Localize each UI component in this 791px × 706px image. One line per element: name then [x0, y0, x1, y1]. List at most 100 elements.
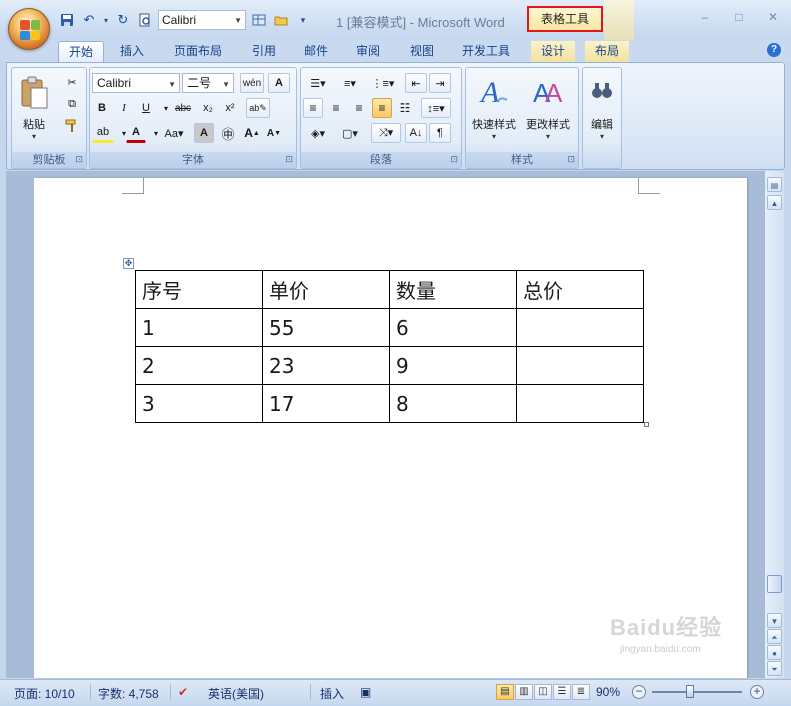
editing-button[interactable]: 编辑 ▾ [583, 72, 621, 148]
change-styles-button[interactable]: AA 更改样式 ▾ [522, 72, 574, 148]
distributed-icon[interactable]: ☷ [395, 98, 415, 118]
previous-page-icon[interactable]: ⏶ [767, 629, 782, 644]
tab-page-layout[interactable]: 页面布局 [166, 41, 230, 62]
scroll-down-icon[interactable]: ▼ [767, 613, 782, 628]
shading-icon[interactable]: ◈▾ [303, 123, 333, 143]
page-indicator[interactable]: 页面: 10/10 [14, 685, 75, 702]
chinese-layout-icon[interactable]: ⤨▾ [371, 123, 401, 143]
table-resize-handle[interactable] [644, 422, 649, 427]
table-cell[interactable]: 序号 [135, 270, 263, 309]
quick-styles-button[interactable]: A 快速样式 ▾ [468, 72, 520, 148]
language-indicator[interactable]: 英语(美国) [208, 685, 264, 702]
multilevel-list-icon[interactable]: ⋮≡▾ [367, 73, 399, 93]
copy-icon[interactable]: ⧉ [62, 94, 82, 114]
superscript-icon[interactable]: x² [220, 98, 240, 118]
draft-view-icon[interactable]: ≣ [572, 684, 590, 700]
phonetic-guide-icon[interactable]: wén [240, 73, 264, 93]
tab-table-design[interactable]: 设计 [531, 41, 575, 62]
tab-references[interactable]: 引用 [242, 41, 286, 62]
web-layout-icon[interactable]: ◫ [534, 684, 552, 700]
align-right-icon[interactable]: ≡ [349, 98, 369, 118]
full-screen-reading-icon[interactable]: ▥ [515, 684, 533, 700]
change-case-icon[interactable]: Aa▾ [160, 123, 188, 143]
ruler-toggle-icon[interactable]: ▤ [767, 177, 782, 192]
proofing-icon[interactable]: ✔ [178, 685, 188, 699]
print-preview-icon[interactable] [136, 11, 154, 29]
dialog-launcher-icon[interactable]: ⊡ [285, 154, 293, 165]
dialog-launcher-icon[interactable]: ⊡ [75, 154, 83, 165]
next-page-icon[interactable]: ⏷ [767, 661, 782, 676]
font-size-combo[interactable]: 二号 ▼ [182, 73, 234, 93]
undo-icon[interactable]: ↶ [80, 11, 98, 29]
line-spacing-icon[interactable]: ↕≡▾ [421, 98, 451, 118]
table-cell[interactable]: 单价 [262, 270, 390, 309]
document-page[interactable]: ✥ 序号 单价 数量 总价 1 55 6 2 23 9 3 17 8 [34, 178, 747, 678]
char-shading-icon[interactable]: A [194, 123, 214, 143]
underline-icon[interactable]: U [136, 98, 156, 118]
data-table[interactable]: 序号 单价 数量 总价 1 55 6 2 23 9 3 17 8 [135, 270, 644, 423]
shrink-font-icon[interactable]: A ▼ [264, 123, 284, 143]
table-cell[interactable] [516, 346, 644, 385]
strikethrough-icon[interactable]: abc [170, 98, 196, 118]
select-browse-object-icon[interactable]: ● [767, 645, 782, 660]
scroll-thumb[interactable] [767, 575, 782, 593]
table-cell[interactable]: 总价 [516, 270, 644, 309]
align-left-icon[interactable]: ≡ [303, 98, 323, 118]
table-cell[interactable] [516, 384, 644, 423]
zoom-out-icon[interactable]: − [632, 685, 646, 699]
numbering-icon[interactable]: ≡▾ [335, 73, 365, 93]
show-marks-icon[interactable]: ¶ [429, 123, 451, 143]
zoom-slider-knob[interactable] [686, 685, 694, 698]
vertical-scrollbar[interactable]: ▤ ▲ ▼ ⏶ ● ⏷ [764, 171, 784, 678]
scroll-up-icon[interactable]: ▲ [767, 195, 782, 210]
font-name-combo[interactable]: Calibri ▼ [92, 73, 180, 93]
paste-button[interactable]: 粘贴 ▾ [14, 72, 54, 148]
tab-review[interactable]: 审阅 [346, 41, 390, 62]
table-cell[interactable]: 6 [389, 308, 517, 347]
maximize-button[interactable]: □ [727, 8, 751, 26]
print-layout-icon[interactable]: ▤ [496, 684, 514, 700]
table-cell[interactable]: 17 [262, 384, 390, 423]
save-icon[interactable] [58, 11, 76, 29]
char-border-icon[interactable]: A [268, 73, 290, 93]
format-painter-icon[interactable] [62, 116, 82, 136]
table-icon[interactable] [250, 11, 268, 29]
subscript-icon[interactable]: x₂ [198, 98, 218, 118]
borders-icon[interactable]: ▢▾ [335, 123, 365, 143]
clear-format-icon[interactable]: ab✎ [246, 98, 270, 118]
tab-mailings[interactable]: 邮件 [294, 41, 338, 62]
customize-qat-icon[interactable]: ▾ [294, 11, 312, 29]
tab-home[interactable]: 开始 [58, 41, 104, 62]
zoom-slider[interactable] [652, 691, 742, 693]
redo-icon[interactable]: ↻ [114, 11, 132, 29]
highlight-icon[interactable]: ab [92, 123, 114, 143]
tab-developer[interactable]: 开发工具 [454, 41, 518, 62]
close-button[interactable]: ✕ [761, 8, 785, 26]
table-cell[interactable]: 9 [389, 346, 517, 385]
undo-dropdown-icon[interactable]: ▾ [102, 11, 110, 29]
bold-icon[interactable]: B [92, 98, 112, 118]
dialog-launcher-icon[interactable]: ⊡ [567, 154, 575, 165]
minimize-button[interactable]: – [693, 8, 717, 26]
zoom-in-icon[interactable]: + [750, 685, 764, 699]
justify-icon[interactable]: ≡ [372, 98, 392, 118]
bullets-icon[interactable]: ☰▾ [303, 73, 333, 93]
align-center-icon[interactable]: ≡ [326, 98, 346, 118]
tab-view[interactable]: 视图 [400, 41, 444, 62]
table-cell[interactable]: 2 [135, 346, 263, 385]
qat-font-combo[interactable]: Calibri ▼ [158, 10, 246, 30]
table-cell[interactable]: 数量 [389, 270, 517, 309]
office-button[interactable] [8, 8, 50, 50]
table-cell[interactable] [516, 308, 644, 347]
word-count[interactable]: 字数: 4,758 [98, 685, 159, 702]
tab-table-layout[interactable]: 布局 [585, 41, 629, 62]
dialog-launcher-icon[interactable]: ⊡ [450, 154, 458, 165]
outline-view-icon[interactable]: ☰ [553, 684, 571, 700]
increase-indent-icon[interactable]: ⇥ [429, 73, 451, 93]
tab-insert[interactable]: 插入 [110, 41, 154, 62]
enclose-char-icon[interactable]: ㊥ [218, 123, 238, 143]
macro-record-icon[interactable]: ▣ [360, 685, 371, 699]
sort-icon[interactable]: A↓ [405, 123, 427, 143]
insert-mode-indicator[interactable]: 插入 [320, 685, 344, 702]
table-move-handle-icon[interactable]: ✥ [123, 258, 134, 269]
